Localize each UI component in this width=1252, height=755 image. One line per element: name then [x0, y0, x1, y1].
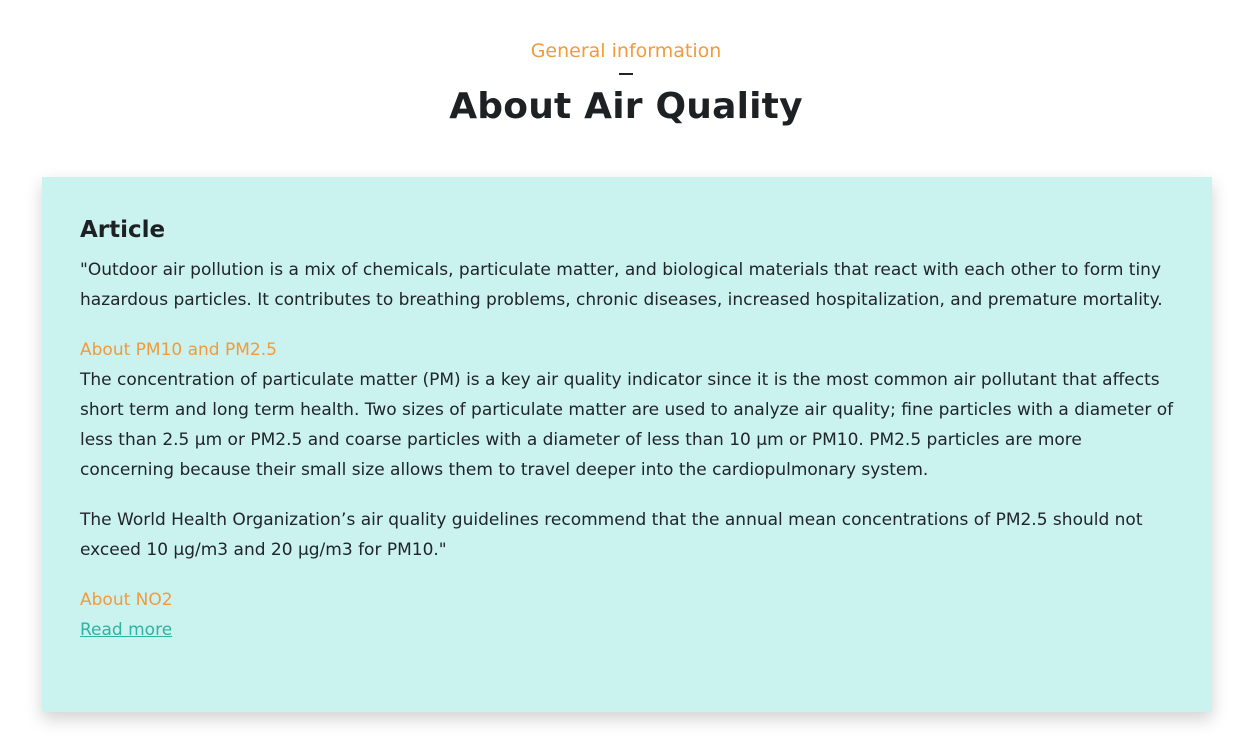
article-intro: "Outdoor air pollution is a mix of chemi…	[80, 260, 1163, 310]
page-title: About Air Quality	[449, 86, 803, 127]
article-heading: Article	[80, 217, 166, 243]
section-header: General information About Air Quality	[0, 38, 1252, 131]
who-guidelines-paragraph: The World Health Organization’s air qual…	[80, 510, 1143, 560]
page: General information About Air Quality Ar…	[0, 0, 1252, 755]
article-card: Article "Outdoor air pollution is a mix …	[42, 177, 1212, 712]
pm-heading: About PM10 and PM2.5	[80, 340, 277, 360]
title-divider	[619, 73, 633, 75]
section-eyebrow: General information	[530, 40, 722, 62]
pm-paragraph: The concentration of particulate matter …	[80, 370, 1174, 480]
read-more-link[interactable]: Read more	[80, 615, 172, 645]
no2-heading: About NO2	[80, 590, 173, 610]
